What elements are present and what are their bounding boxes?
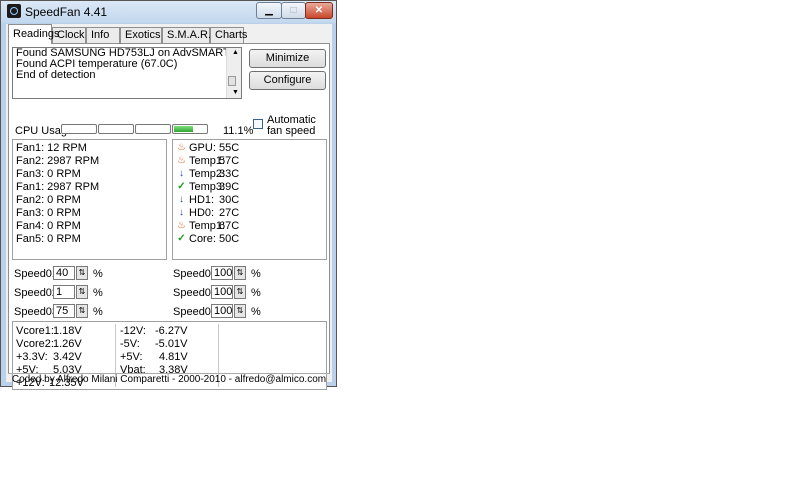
detection-log[interactable]: Found SAMSUNG HD753LJ on AdvSMART Found …	[12, 47, 242, 99]
percent-sign: %	[251, 306, 261, 318]
voltage-label: +5V:	[120, 351, 143, 363]
speed03-spin-icon[interactable]: ⇅	[76, 304, 88, 318]
voltage-label: Vcore1:	[16, 325, 54, 337]
voltage-label: Vcore2:	[16, 338, 54, 350]
temp-value: 55C	[219, 142, 240, 154]
fan-reading: Fan3: 0 RPM	[16, 168, 81, 180]
percent-sign: %	[251, 268, 261, 280]
speed04-spin-icon[interactable]: ⇅	[234, 266, 246, 280]
scroll-thumb[interactable]	[228, 76, 236, 86]
voltage-value: 4.81V	[159, 351, 188, 363]
speed02-input[interactable]: 1	[53, 285, 75, 299]
tab-readings[interactable]: Readings	[8, 24, 59, 44]
flame-icon: ♨	[177, 220, 186, 231]
fan-reading: Fan3: 0 RPM	[16, 207, 81, 219]
scroll-down-icon[interactable]: ▼	[227, 88, 241, 98]
fan-reading: Fan5: 0 RPM	[16, 233, 81, 245]
tab-smart[interactable]: S.M.A.R.T.	[162, 27, 220, 43]
window-close-button[interactable]: ✕	[305, 2, 333, 19]
temp-value: 57C	[219, 155, 240, 167]
flame-icon: ♨	[177, 155, 186, 166]
speedfan-window: SpeedFan 4.41 ▁ □ ✕ Readings Clock Info …	[0, 0, 337, 390]
title-bar[interactable]: SpeedFan 4.41 ▁ □ ✕	[1, 1, 336, 23]
configure-button[interactable]: Configure	[249, 71, 326, 90]
percent-sign: %	[93, 268, 103, 280]
fan-reading: Fan2: 0 RPM	[16, 194, 81, 206]
speed02-spin-icon[interactable]: ⇅	[76, 285, 88, 299]
window-minimize-button[interactable]: ▁	[256, 2, 282, 19]
voltage-value: 1.26V	[53, 338, 82, 350]
temperature-readings: ♨ GPU: 55C ♨ Temp1: 57C ↓ Temp2: 33C ✓ Temp3: 39…	[172, 139, 327, 260]
speed06-input[interactable]: 100	[211, 304, 233, 318]
speed01-spin-icon[interactable]: ⇅	[76, 266, 88, 280]
speed04-input[interactable]: 100	[211, 266, 233, 280]
speed06-spin-icon[interactable]: ⇅	[234, 304, 246, 318]
temp-value: 33C	[219, 168, 240, 180]
arrow-down-icon: ↓	[179, 194, 184, 205]
window-title: SpeedFan 4.41	[25, 5, 108, 19]
fan-reading: Fan1: 2987 RPM	[16, 181, 100, 193]
speed01-input[interactable]: 40	[53, 266, 75, 280]
tab-info[interactable]: Info	[86, 27, 120, 43]
voltage-value: 1.18V	[53, 325, 82, 337]
automatic-fan-speed-label: Automatic fan speed	[267, 114, 316, 137]
cpu-core-bar	[61, 124, 97, 134]
fan-reading: Fan1: 12 RPM	[16, 142, 87, 154]
flame-icon: ♨	[177, 142, 186, 153]
temp-label: HD1:	[189, 194, 215, 206]
cpu-bar-fill	[174, 126, 193, 132]
readings-panel: Found SAMSUNG HD753LJ on AdvSMART Found …	[8, 43, 330, 390]
log-line: End of detection	[16, 69, 96, 81]
voltage-value: 3.42V	[53, 351, 82, 363]
window-close-icon: ✕	[314, 5, 324, 16]
temp-value: 30C	[219, 194, 240, 206]
fan-readings: Fan1: 12 RPM Fan2: 2987 RPM Fan3: 0 RPM …	[12, 139, 167, 260]
temp-label: HD0:	[189, 207, 215, 219]
arrow-down-icon: ↓	[179, 207, 184, 218]
temp-label: Core:	[189, 233, 216, 245]
log-scrollbar[interactable]: ▲ ▼	[226, 48, 241, 98]
client-area: Readings Clock Info Exotics S.M.A.R.T. C…	[6, 24, 332, 390]
percent-sign: %	[251, 287, 261, 299]
speed05-spin-icon[interactable]: ⇅	[234, 285, 246, 299]
temp-value: 50C	[219, 233, 240, 245]
window-maximize-icon: □	[290, 5, 297, 16]
check-icon: ✓	[177, 233, 186, 244]
voltage-label: -5V:	[120, 338, 140, 350]
voltage-value: -6.27V	[155, 325, 188, 337]
voltage-value: -5.01V	[155, 338, 188, 350]
window-maximize-button[interactable]: □	[281, 2, 306, 19]
cpu-usage-value: 11.1%	[223, 125, 254, 137]
tab-exotics[interactable]: Exotics	[120, 27, 162, 43]
speedfan-icon	[7, 4, 21, 18]
temp-value: 39C	[219, 181, 240, 193]
arrow-down-icon: ↓	[179, 168, 184, 179]
voltage-label: -12V:	[120, 325, 146, 337]
check-icon: ✓	[177, 181, 186, 192]
percent-sign: %	[93, 306, 103, 318]
minimize-button[interactable]: Minimize	[249, 49, 326, 68]
tab-charts[interactable]: Charts	[210, 27, 247, 43]
voltage-label: +3.3V:	[16, 351, 48, 363]
cpu-core-bar	[135, 124, 171, 134]
cpu-core-bar	[172, 124, 208, 134]
speed03-input[interactable]: 75	[53, 304, 75, 318]
temp-value: 67C	[219, 220, 240, 232]
speed05-input[interactable]: 100	[211, 285, 233, 299]
status-bar: Coded by Alfredo Milani Comparetti - 200…	[8, 373, 330, 386]
fan-reading: Fan2: 2987 RPM	[16, 155, 100, 167]
automatic-fan-speed-checkbox[interactable]	[253, 119, 263, 129]
temp-label: GPU:	[189, 142, 216, 154]
temp-value: 27C	[219, 207, 240, 219]
scroll-up-icon[interactable]: ▲	[227, 48, 241, 58]
fan-reading: Fan4: 0 RPM	[16, 220, 81, 232]
window-minimize-icon: ▁	[265, 5, 273, 16]
cpu-core-bar	[98, 124, 134, 134]
percent-sign: %	[93, 287, 103, 299]
